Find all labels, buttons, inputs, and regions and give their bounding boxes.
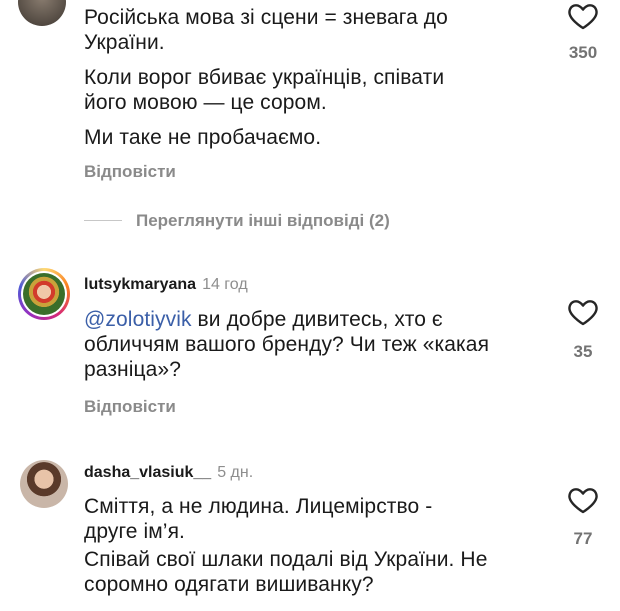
timestamp: 5 дн. bbox=[217, 464, 254, 481]
comment-header: dasha_vlasiuk__ 5 дн. bbox=[84, 464, 253, 482]
avatar-image bbox=[23, 273, 65, 315]
comment-text: Сміття, а не людина. Лицемірство - друге… bbox=[84, 495, 488, 596]
reply-button[interactable]: Відповісти bbox=[84, 162, 176, 182]
username[interactable]: dasha_vlasiuk__ bbox=[84, 464, 211, 481]
avatar[interactable] bbox=[20, 460, 68, 508]
comment-text: Російська мова зі сцени = зневага до Укр… bbox=[84, 6, 448, 149]
heart-outline-icon[interactable] bbox=[566, 0, 600, 32]
heart-outline-icon[interactable] bbox=[566, 296, 600, 328]
mention-link[interactable]: @zolotiyvik bbox=[84, 308, 192, 331]
comment-header: lutsykmaryana 14 год bbox=[84, 276, 248, 294]
like-count: 77 bbox=[573, 529, 593, 548]
username[interactable]: lutsykmaryana bbox=[84, 276, 196, 293]
comment-text: @zolotiyvik ви добре дивитесь, хто є обл… bbox=[84, 308, 490, 381]
replies-divider bbox=[84, 220, 122, 221]
like-count: 35 bbox=[573, 342, 593, 361]
reply-button[interactable]: Відповісти bbox=[84, 397, 176, 417]
heart-outline-icon[interactable] bbox=[566, 484, 600, 516]
view-more-replies-button[interactable]: Переглянути інші відповіді (2) bbox=[136, 211, 390, 231]
timestamp: 14 год bbox=[202, 276, 248, 293]
avatar[interactable] bbox=[18, 0, 66, 26]
like-count: 350 bbox=[568, 43, 598, 62]
